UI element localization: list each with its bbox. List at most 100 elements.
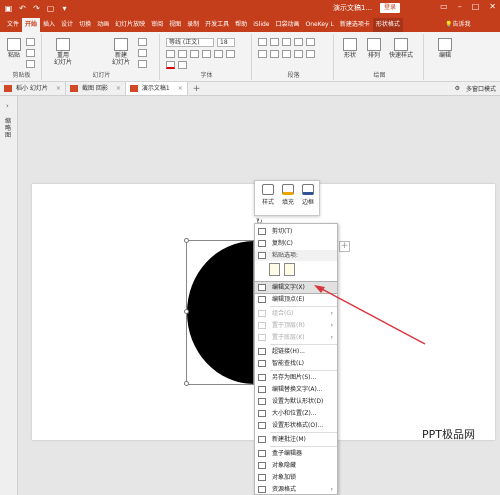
paste-keep-format-icon[interactable] xyxy=(269,263,280,276)
context-menu-item[interactable]: 设置为默认形状(D) xyxy=(255,396,337,407)
context-menu-item[interactable]: 组合(G) › xyxy=(255,308,337,319)
copy-icon[interactable] xyxy=(26,49,35,57)
redo-icon[interactable]: ↷ xyxy=(32,4,41,13)
tab-14[interactable]: OneKey L xyxy=(303,18,337,32)
maximize-icon[interactable]: □ xyxy=(472,2,480,11)
line-spacing-icon[interactable] xyxy=(306,38,315,46)
format-painter-icon[interactable] xyxy=(26,60,35,68)
section-icon[interactable] xyxy=(138,60,147,68)
style-button[interactable]: 样式 xyxy=(258,184,278,206)
present-icon[interactable]: ▢ xyxy=(46,4,55,13)
resize-handle-bottom-left[interactable] xyxy=(184,381,189,386)
close-tab-icon[interactable]: × xyxy=(56,85,61,92)
resize-handle-top-left[interactable] xyxy=(184,238,189,243)
context-menu-item[interactable]: 盒子编辑器 xyxy=(255,448,337,459)
new-slide-button[interactable]: 新建 幻灯片 xyxy=(108,38,134,66)
expand-pane-icon[interactable]: › xyxy=(6,102,9,110)
close-icon[interactable]: ✕ xyxy=(489,2,496,11)
context-menu-item[interactable]: 大小和位置(Z)... xyxy=(255,408,337,419)
tab-11[interactable]: 帮助 xyxy=(232,18,250,32)
highlight-icon[interactable] xyxy=(178,61,187,69)
columns-icon[interactable] xyxy=(306,50,315,58)
multi-window-label[interactable]: 多窗口模式 xyxy=(466,84,496,93)
align-right-icon[interactable] xyxy=(282,50,291,58)
context-menu-item[interactable]: 置于底层(K) › xyxy=(255,332,337,343)
font-name-select[interactable]: 等线 (正文) xyxy=(166,38,214,47)
tab-10[interactable]: 开发工具 xyxy=(202,18,232,32)
underline-icon[interactable] xyxy=(190,50,199,58)
tab-8[interactable]: 视图 xyxy=(166,18,184,32)
bold-icon[interactable] xyxy=(166,50,175,58)
document-tab[interactable]: 截图 回影 × xyxy=(66,82,126,95)
tab-9[interactable]: 录制 xyxy=(184,18,202,32)
context-menu-item[interactable]: 复制(C) xyxy=(255,238,337,249)
numbering-icon[interactable] xyxy=(270,38,279,46)
close-tab-icon[interactable]: × xyxy=(178,85,183,92)
add-icon[interactable]: + xyxy=(339,241,350,252)
settings-icon[interactable]: ⚙ xyxy=(455,85,460,92)
close-tab-icon[interactable]: × xyxy=(116,85,121,92)
tab-3[interactable]: 设计 xyxy=(58,18,76,32)
context-menu-item[interactable]: 新建批注(M) xyxy=(255,434,337,445)
reset-icon[interactable] xyxy=(138,49,147,57)
tab-15[interactable]: 新建选项卡 xyxy=(337,18,373,32)
save-icon[interactable]: ▣ xyxy=(4,4,13,13)
shape-button[interactable]: 形状 xyxy=(340,38,360,59)
context-menu-item[interactable]: 设置形状格式(O)... xyxy=(255,420,337,431)
arrange-button[interactable]: 排列 xyxy=(364,38,384,59)
context-menu-item[interactable]: 另存为图片(S)... xyxy=(255,372,337,383)
reuse-slides-button[interactable]: 重用 幻灯片 xyxy=(50,38,76,66)
tab-6[interactable]: 幻灯片放映 xyxy=(112,18,148,32)
minimize-icon[interactable]: – xyxy=(458,2,462,11)
font-size-select[interactable]: 18 xyxy=(217,38,235,47)
align-left-icon[interactable] xyxy=(258,50,267,58)
fill-button[interactable]: 填充 xyxy=(278,184,298,206)
layout-icon[interactable] xyxy=(138,38,147,46)
strikethrough-icon[interactable] xyxy=(202,50,211,58)
paste-button[interactable]: 粘贴 xyxy=(5,38,23,59)
context-menu-item[interactable]: 智能查找(L) xyxy=(255,358,337,369)
cut-icon[interactable] xyxy=(26,38,35,46)
context-menu-item[interactable]: 对象加锁 xyxy=(255,472,337,483)
paste-picture-icon[interactable] xyxy=(284,263,295,276)
context-menu-item[interactable]: 编辑文字(X) xyxy=(255,281,337,294)
new-tab-icon[interactable]: + xyxy=(193,84,201,94)
italic-icon[interactable] xyxy=(178,50,187,58)
justify-icon[interactable] xyxy=(294,50,303,58)
login-button[interactable]: 登录 xyxy=(380,3,400,13)
context-menu-item[interactable]: 对象隐藏 xyxy=(255,460,337,471)
tab-12[interactable]: iSlide xyxy=(250,18,272,32)
context-menu-item[interactable]: 粘贴选项: xyxy=(255,250,337,261)
tab-2[interactable]: 插入 xyxy=(40,18,58,32)
undo-icon[interactable]: ↶ xyxy=(18,4,27,13)
quick-styles-button[interactable]: 快速样式 xyxy=(386,38,416,59)
increase-indent-icon[interactable] xyxy=(294,38,303,46)
tell-me-box[interactable]: 💡告诉我 xyxy=(445,19,471,28)
outline-button[interactable]: 边框 xyxy=(298,184,318,206)
char-spacing-icon[interactable] xyxy=(214,50,223,58)
more-icon[interactable]: ▾ xyxy=(60,4,69,13)
context-menu-item[interactable]: 超链接(H)... xyxy=(255,346,337,357)
document-tab[interactable]: 稻小 幻灯片 × xyxy=(0,82,66,95)
align-center-icon[interactable] xyxy=(270,50,279,58)
context-menu-item[interactable]: 剪切(T) xyxy=(255,226,337,237)
tab-13[interactable]: 口袋动画 xyxy=(273,18,303,32)
font-color-icon[interactable] xyxy=(166,61,175,69)
resize-handle-middle-left[interactable] xyxy=(184,309,189,314)
tab-7[interactable]: 审阅 xyxy=(148,18,166,32)
tab-1[interactable]: 开始 xyxy=(22,18,41,32)
context-menu-item[interactable]: 置于顶层(R) › xyxy=(255,320,337,331)
tab-16[interactable]: 形状格式 xyxy=(372,18,403,32)
context-menu-item[interactable]: 编辑替换文字(A)... xyxy=(255,384,337,395)
tab-0[interactable]: 文件 xyxy=(4,18,22,32)
ribbon-display-icon[interactable]: ▭ xyxy=(440,2,448,11)
context-menu-item[interactable]: 资源格式 › xyxy=(255,484,337,494)
context-menu-item[interactable]: 编辑顶点(E) xyxy=(255,294,337,305)
edit-button[interactable]: 编辑 xyxy=(434,38,456,59)
tab-4[interactable]: 切换 xyxy=(76,18,94,32)
bullets-icon[interactable] xyxy=(258,38,267,46)
change-case-icon[interactable] xyxy=(226,50,235,58)
tab-5[interactable]: 动画 xyxy=(94,18,112,32)
decrease-indent-icon[interactable] xyxy=(282,38,291,46)
document-tab[interactable]: 演示文稿1 × xyxy=(125,82,188,95)
